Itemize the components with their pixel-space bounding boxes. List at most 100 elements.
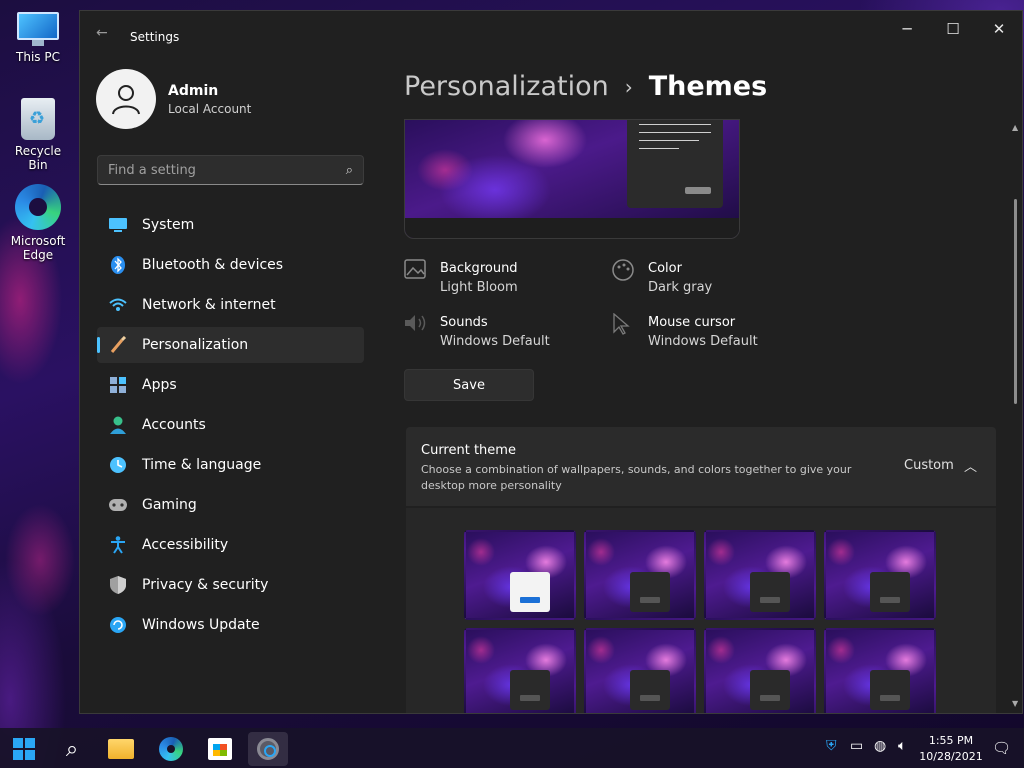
taskbar-edge[interactable] xyxy=(151,732,191,766)
sidebar-item-label: Personalization xyxy=(142,337,249,353)
desktop-icon-label: Microsoft Edge xyxy=(10,234,66,262)
sounds-value: Windows Default xyxy=(440,334,550,349)
minimize-button[interactable]: ─ xyxy=(884,11,930,47)
picture-icon xyxy=(404,259,430,297)
file-explorer-icon xyxy=(108,739,134,759)
theme-window-preview xyxy=(870,572,910,612)
sidebar-item-label: System xyxy=(142,217,195,233)
title-bar: ← Settings ─ ☐ ✕ xyxy=(80,11,1022,47)
volume-icon[interactable]: 🔈︎ xyxy=(898,738,906,754)
palette-icon xyxy=(612,259,638,297)
theme-thumbnail[interactable] xyxy=(584,628,696,713)
page-title: Themes xyxy=(648,71,768,102)
monitor-icon xyxy=(17,12,59,46)
taskbar-store[interactable] xyxy=(200,732,240,766)
scrollbar-thumb[interactable] xyxy=(1014,199,1017,404)
maximize-button[interactable]: ☐ xyxy=(930,11,976,47)
sidebar-item-apps[interactable]: Apps xyxy=(97,367,364,403)
sidebar-item-label: Network & internet xyxy=(142,297,276,313)
edge-icon xyxy=(159,737,183,761)
defender-icon[interactable]: ⛨ xyxy=(826,738,837,754)
gamepad-icon xyxy=(108,495,128,515)
color-setting[interactable]: Color Dark gray xyxy=(612,259,712,297)
shield-icon xyxy=(108,575,128,595)
theme-window-preview xyxy=(630,670,670,710)
speaker-icon xyxy=(404,313,430,351)
user-card[interactable]: Admin Local Account xyxy=(96,69,251,129)
sidebar-item-privacy[interactable]: Privacy & security xyxy=(97,567,364,603)
current-theme-expander[interactable]: Current theme Choose a combination of wa… xyxy=(406,427,996,506)
desktop-icon-edge[interactable]: Microsoft Edge xyxy=(4,184,72,262)
theme-gallery xyxy=(406,508,996,713)
clock-date: 10/28/2021 xyxy=(919,750,983,763)
sidebar-item-system[interactable]: System xyxy=(97,207,364,243)
breadcrumb-parent[interactable]: Personalization xyxy=(404,71,609,102)
settings-icon xyxy=(257,738,279,760)
theme-thumbnail[interactable] xyxy=(704,628,816,713)
color-label: Color xyxy=(648,261,682,276)
sidebar-item-label: Gaming xyxy=(142,497,197,513)
clock-globe-icon xyxy=(108,455,128,475)
user-account-type: Local Account xyxy=(168,101,252,116)
scrollbar[interactable]: ▲ ▼ xyxy=(1012,119,1020,709)
user-name: Admin xyxy=(168,82,219,99)
desktop-icon-label: Recycle Bin xyxy=(14,144,62,172)
clock[interactable]: 1:55 PM 10/28/2021 xyxy=(918,733,984,765)
sidebar-item-accounts[interactable]: Accounts xyxy=(97,407,364,443)
current-theme-value: Custom xyxy=(904,458,954,473)
sounds-setting[interactable]: Sounds Windows Default xyxy=(404,313,550,351)
theme-thumbnail[interactable] xyxy=(704,530,816,620)
theme-thumbnail[interactable] xyxy=(584,530,696,620)
brush-icon xyxy=(108,335,128,355)
back-button[interactable]: ← xyxy=(96,25,108,41)
theme-preview xyxy=(404,119,740,239)
search-icon: ⌕ xyxy=(345,163,353,178)
mouse-cursor-setting[interactable]: Mouse cursor Windows Default xyxy=(612,312,758,351)
search-input[interactable] xyxy=(98,156,363,184)
theme-thumbnail[interactable] xyxy=(464,628,576,713)
taskbar: ⌕ ⛨ ▭ ◍ 🔈︎ 1:55 PM 10/28/2021 🗨︎ xyxy=(0,728,1024,768)
network-icon[interactable]: ◍ xyxy=(874,738,886,754)
desktop-icon-this-pc[interactable]: This PC xyxy=(4,12,72,64)
recycle-bin-icon xyxy=(21,98,55,140)
system-icon xyxy=(108,215,128,235)
sidebar-item-label: Apps xyxy=(142,377,177,393)
bluetooth-icon xyxy=(108,255,128,275)
notification-icon[interactable]: 🗨︎ xyxy=(992,739,1011,757)
sidebar-item-personalization[interactable]: Personalization xyxy=(97,327,364,363)
theme-thumbnail[interactable] xyxy=(824,628,936,713)
sidebar-item-network[interactable]: Network & internet xyxy=(97,287,364,323)
theme-window-preview xyxy=(750,572,790,612)
sidebar-item-time-language[interactable]: Time & language xyxy=(97,447,364,483)
store-icon xyxy=(208,738,232,760)
scroll-down-icon[interactable]: ▼ xyxy=(1012,699,1018,708)
search-box[interactable]: ⌕ xyxy=(97,155,364,185)
breadcrumb: Personalization › Themes xyxy=(404,71,767,102)
taskbar-settings[interactable] xyxy=(248,732,288,766)
theme-thumbnail[interactable] xyxy=(824,530,936,620)
sidebar-item-accessibility[interactable]: Accessibility xyxy=(97,527,364,563)
battery-icon[interactable]: ▭ xyxy=(850,738,863,754)
save-button[interactable]: Save xyxy=(404,369,534,401)
accessibility-icon xyxy=(108,535,128,555)
sidebar-item-bluetooth[interactable]: Bluetooth & devices xyxy=(97,247,364,283)
theme-grid xyxy=(464,530,936,713)
background-setting[interactable]: Background Light Bloom xyxy=(404,259,518,297)
person-icon xyxy=(112,85,140,115)
theme-thumbnail[interactable] xyxy=(464,530,576,620)
sidebar-item-gaming[interactable]: Gaming xyxy=(97,487,364,523)
start-icon xyxy=(13,738,35,760)
sidebar-item-windows-update[interactable]: Windows Update xyxy=(97,607,364,643)
close-button[interactable]: ✕ xyxy=(976,11,1022,47)
sidebar-item-label: Bluetooth & devices xyxy=(142,257,284,273)
chevron-up-icon[interactable]: ︿ xyxy=(964,456,977,475)
theme-window-preview xyxy=(630,572,670,612)
start-button[interactable] xyxy=(4,732,44,766)
desktop-icon-recycle-bin[interactable]: Recycle Bin xyxy=(4,98,72,172)
taskbar-search-button[interactable]: ⌕ xyxy=(52,732,92,766)
taskbar-file-explorer[interactable] xyxy=(101,732,141,766)
sidebar-nav: System Bluetooth & devices Network & int… xyxy=(97,207,364,647)
sidebar-item-label: Accounts xyxy=(142,417,206,433)
clock-time: 1:55 PM xyxy=(928,734,974,747)
scroll-up-icon[interactable]: ▲ xyxy=(1012,123,1018,132)
